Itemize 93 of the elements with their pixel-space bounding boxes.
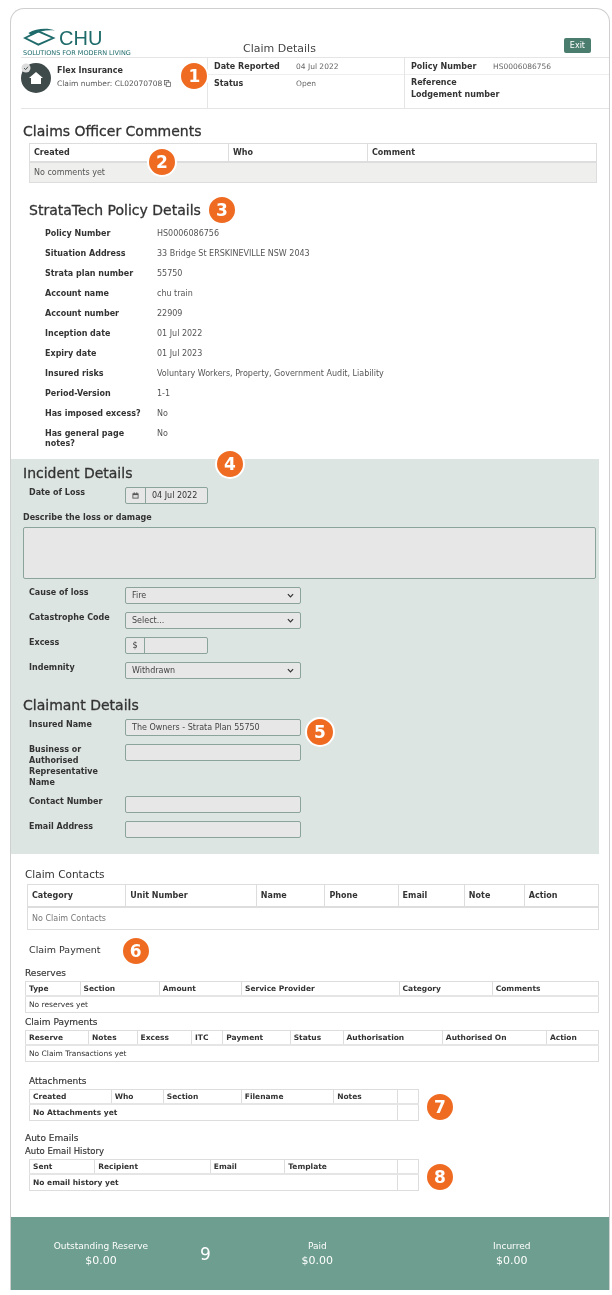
excess-field[interactable]: $ (125, 637, 208, 654)
detail-value: chu train (157, 289, 194, 299)
section-heading: Incident Details (23, 465, 134, 481)
annotation-badge: 8 (425, 1162, 455, 1192)
calendar-icon[interactable] (132, 492, 139, 499)
field-label: Status (214, 79, 245, 88)
detail-value: No (157, 409, 169, 419)
section-heading: Claim Payment (29, 943, 101, 955)
copy-icon[interactable] (164, 80, 172, 87)
logo-icon (23, 28, 57, 48)
total-label: Incurred (493, 1241, 531, 1251)
detail-value: 55750 (157, 269, 184, 279)
annotation-badge: 4 (215, 449, 245, 479)
field-label: Catastrophe Code (29, 612, 111, 623)
field-label: Email Address (29, 821, 94, 832)
section-heading: Claim Contacts (25, 868, 106, 880)
page-title: Claim Details (243, 42, 317, 55)
column-header: Unit Number (125, 884, 257, 907)
total-amount: $0.00 (85, 1254, 117, 1267)
detail-label: Inception date (45, 329, 112, 339)
detail-value: 33 Bridge St ERSKINEVILLE NSW 2043 (157, 249, 311, 259)
column-header: Name (256, 884, 325, 907)
detail-value: 01 Jul 2022 (157, 329, 204, 339)
chevron-down-icon[interactable] (287, 618, 294, 623)
insurer-name: Flex Insurance (57, 66, 124, 75)
subsection-heading: Auto Email History (25, 1146, 105, 1156)
detail-label: Period-Version (45, 389, 112, 399)
column-header: Action (524, 884, 599, 907)
input-field[interactable] (125, 796, 301, 813)
column-header: Note (464, 884, 525, 907)
field-label: Lodgement number (411, 90, 500, 99)
detail-label: Has imposed excess? (45, 409, 141, 419)
description-field[interactable] (23, 527, 596, 579)
detail-value: 22909 (157, 309, 184, 319)
field-label: Insured Name (29, 719, 93, 730)
field-label: Policy Number (411, 62, 478, 71)
subsection-heading: Claim Payments (25, 1017, 99, 1027)
section-heading: Claims Officer Comments (23, 123, 203, 139)
field-label: Indemnity (29, 662, 76, 673)
exit-button[interactable]: Exit (563, 38, 591, 53)
logo-text: CHU (59, 28, 103, 48)
column-header: Comment (367, 143, 597, 162)
input-field[interactable] (125, 744, 301, 761)
column-header: Who (228, 143, 368, 162)
field-label: Reference (411, 78, 458, 87)
section-heading: Auto Emails (25, 1133, 80, 1143)
field-label: Contact Number (29, 796, 104, 807)
field-label: Describe the loss or damage (23, 512, 152, 523)
field-label: Date Reported (214, 62, 281, 71)
field-label: Business or Authorised Representative Name (29, 744, 99, 788)
annotation-number: 9 (199, 1244, 212, 1264)
detail-label: Account number (45, 309, 120, 319)
total-amount: $0.00 (301, 1254, 334, 1267)
detail-label: Policy Number (45, 229, 112, 239)
detail-label: Situation Address (45, 249, 127, 259)
column-header: Phone (324, 884, 399, 907)
subsection-heading: Reserves (25, 968, 67, 978)
detail-label: Strata plan number (45, 269, 135, 279)
detail-label: Insured risks (45, 369, 105, 379)
total-label: Outstanding Reserve (53, 1241, 149, 1251)
detail-value: HS0006086756 (157, 229, 220, 239)
detail-label: Has general page notes? (45, 429, 126, 449)
section-heading: StrataTech Policy Details (29, 202, 201, 218)
section-heading: Claimant Details (23, 697, 140, 713)
house-avatar-icon (21, 63, 51, 93)
annotation-badge: 7 (425, 1092, 455, 1122)
input-field[interactable]: The Owners - Strata Plan 55750 (125, 719, 301, 736)
field-label: Excess (29, 637, 61, 648)
section-heading: Attachments (29, 1076, 88, 1086)
detail-label: Account name (45, 289, 111, 299)
detail-value: 1-1 (157, 389, 172, 399)
detail-label: Expiry date (45, 349, 98, 359)
detail-value: No (157, 429, 169, 440)
dropdown[interactable]: Fire (125, 587, 301, 604)
annotation-badge: 3 (206, 195, 237, 225)
dropdown[interactable]: Withdrawn (125, 662, 301, 679)
detail-value: 01 Jul 2023 (157, 349, 204, 359)
input-field[interactable] (125, 821, 301, 838)
date-field[interactable]: 04 Jul 2022 (125, 487, 208, 504)
field-label: Date of Loss (29, 487, 86, 498)
column-header: Category (27, 884, 126, 907)
annotation-badge: 1 (179, 61, 210, 91)
field-label: Cause of loss (29, 587, 90, 598)
chevron-down-icon[interactable] (287, 593, 294, 598)
annotation-badge: 5 (305, 717, 335, 747)
dropdown[interactable]: Select... (125, 612, 301, 629)
chevron-down-icon[interactable] (287, 668, 294, 673)
annotation-badge: 6 (120, 936, 151, 966)
total-label: Paid (307, 1241, 327, 1251)
total-amount: $0.00 (496, 1254, 528, 1267)
column-header: Email (398, 884, 465, 907)
detail-value: Voluntary Workers, Property, Government Audit, Liability (157, 369, 385, 379)
empty-message: No Claim Contacts (27, 907, 599, 930)
